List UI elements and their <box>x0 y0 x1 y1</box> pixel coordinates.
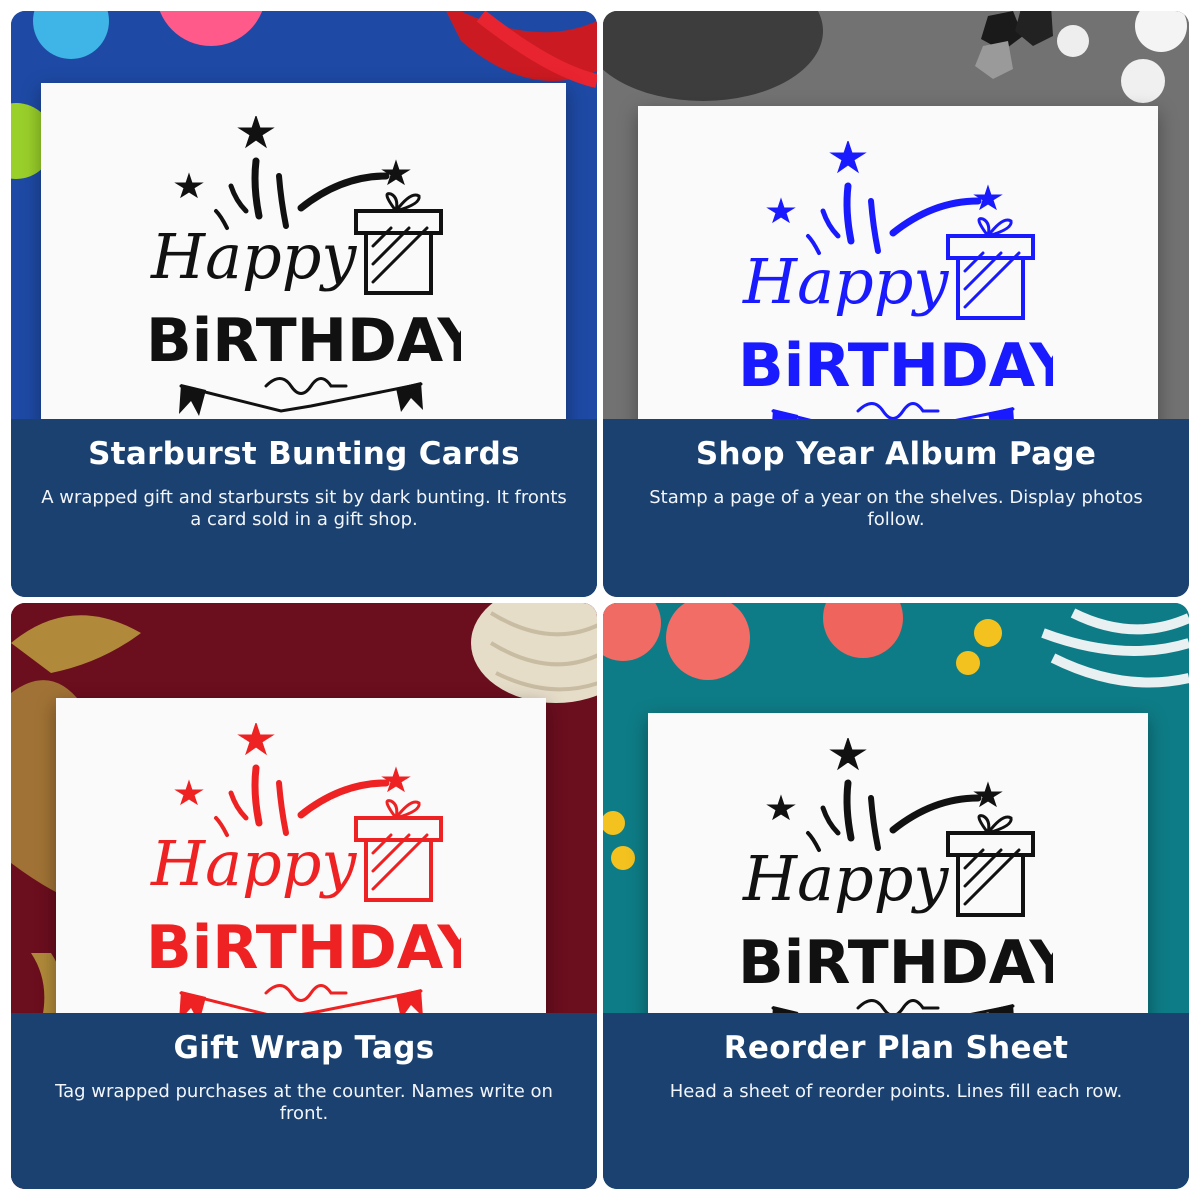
tile-description: Head a sheet of reorder points. Lines fi… <box>669 1081 1123 1102</box>
tile-title: Starburst Bunting Cards <box>88 436 520 472</box>
product-grid: Happy BiRTHDAY Starburst Bunting Cards A… <box>0 0 1200 1200</box>
svg-text:Happy: Happy <box>150 220 357 293</box>
happy-birthday-stamp-icon: Happy BiRTHDAY <box>146 723 461 1023</box>
tile-description: A wrapped gift and starbursts sit by dar… <box>41 487 567 530</box>
tile-description: Stamp a page of a year on the shelves. D… <box>649 487 1143 530</box>
tile-description: Tag wrapped purchases at the counter. Na… <box>55 1081 553 1124</box>
caption-panel: Reorder Plan Sheet Head a sheet of reord… <box>603 1013 1189 1189</box>
caption-panel: Starburst Bunting Cards A wrapped gift a… <box>11 419 597 597</box>
tile-shop-year-album-page[interactable]: Happy BiRTHDAY Shop Year Album Page Stam… <box>603 11 1189 597</box>
svg-text:Happy: Happy <box>742 842 949 915</box>
tile-title: Reorder Plan Sheet <box>723 1030 1069 1066</box>
svg-text:BiRTHDAY: BiRTHDAY <box>146 306 461 376</box>
tile-gift-wrap-tags[interactable]: Happy BiRTHDAY Gift Wrap Tags Tag wrappe… <box>11 603 597 1189</box>
caption-panel: Shop Year Album Page Stamp a page of a y… <box>603 419 1189 597</box>
svg-text:BiRTHDAY: BiRTHDAY <box>738 928 1053 998</box>
tile-title: Shop Year Album Page <box>695 436 1097 472</box>
caption-panel: Gift Wrap Tags Tag wrapped purchases at … <box>11 1013 597 1189</box>
svg-text:BiRTHDAY: BiRTHDAY <box>738 331 1053 401</box>
svg-text:Happy: Happy <box>742 245 949 318</box>
svg-text:BiRTHDAY: BiRTHDAY <box>146 913 461 983</box>
svg-text:Happy: Happy <box>150 827 357 900</box>
tile-starburst-bunting-cards[interactable]: Happy BiRTHDAY Starburst Bunting Cards A… <box>11 11 597 597</box>
happy-birthday-stamp-icon: Happy BiRTHDAY <box>146 116 461 416</box>
tile-title: Gift Wrap Tags <box>173 1030 435 1066</box>
tile-reorder-plan-sheet[interactable]: Happy BiRTHDAY Reorder Plan Sheet Head a… <box>603 603 1189 1189</box>
